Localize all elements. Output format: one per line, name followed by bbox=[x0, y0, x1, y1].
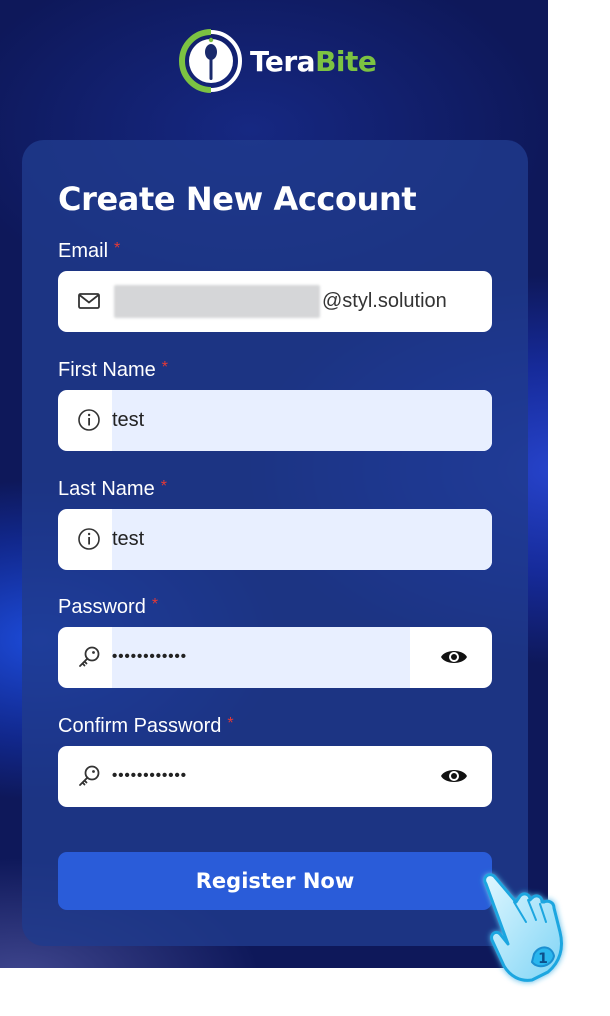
last-name-value: test bbox=[112, 528, 145, 550]
page-title: Create New Account bbox=[58, 180, 417, 218]
email-field[interactable]: @styl.solution bbox=[58, 271, 492, 332]
last-name-field[interactable]: test bbox=[58, 509, 492, 570]
register-card: Create New Account Email * @styl.solution… bbox=[22, 140, 528, 946]
terabite-logo-icon bbox=[179, 29, 242, 93]
first-name-field[interactable]: test bbox=[58, 390, 492, 451]
info-icon bbox=[78, 409, 100, 431]
redacted-email-local-part bbox=[114, 285, 320, 318]
key-icon bbox=[79, 765, 100, 786]
key-icon bbox=[79, 646, 100, 667]
required-marker: * bbox=[227, 715, 234, 732]
confirm-password-label: Confirm Password * bbox=[58, 715, 234, 737]
email-domain-text: @styl.solution bbox=[322, 290, 447, 312]
password-field[interactable]: •••••••••••• bbox=[58, 627, 492, 688]
eye-icon[interactable] bbox=[440, 765, 468, 787]
required-marker: * bbox=[161, 359, 169, 376]
eye-icon[interactable] bbox=[440, 646, 468, 668]
password-masked-value: •••••••••••• bbox=[112, 648, 188, 665]
confirm-password-masked-value: •••••••••••• bbox=[112, 767, 188, 784]
email-label: Email * bbox=[58, 240, 121, 262]
first-name-label: First Name * bbox=[58, 359, 169, 381]
hand-pointer-icon: 1 bbox=[483, 873, 563, 982]
last-name-label: Last Name * bbox=[58, 478, 167, 500]
info-icon bbox=[78, 528, 100, 550]
confirm-password-field[interactable]: •••••••••••• bbox=[58, 746, 492, 807]
app-screen: TeraBite Create New Account Email * @styl… bbox=[0, 0, 548, 968]
required-marker: * bbox=[151, 596, 159, 613]
first-name-value: test bbox=[112, 409, 145, 431]
required-marker: * bbox=[160, 478, 167, 495]
autofill-highlight bbox=[112, 509, 492, 570]
password-label: Password * bbox=[58, 596, 159, 618]
brand-name: TeraBite bbox=[250, 44, 377, 78]
mail-icon bbox=[78, 293, 100, 309]
register-now-button[interactable]: Register Now bbox=[58, 852, 492, 910]
required-marker: * bbox=[114, 240, 121, 257]
autofill-highlight bbox=[112, 390, 492, 451]
brand-logo: TeraBite bbox=[178, 26, 377, 96]
click-count: 1 bbox=[538, 951, 548, 967]
